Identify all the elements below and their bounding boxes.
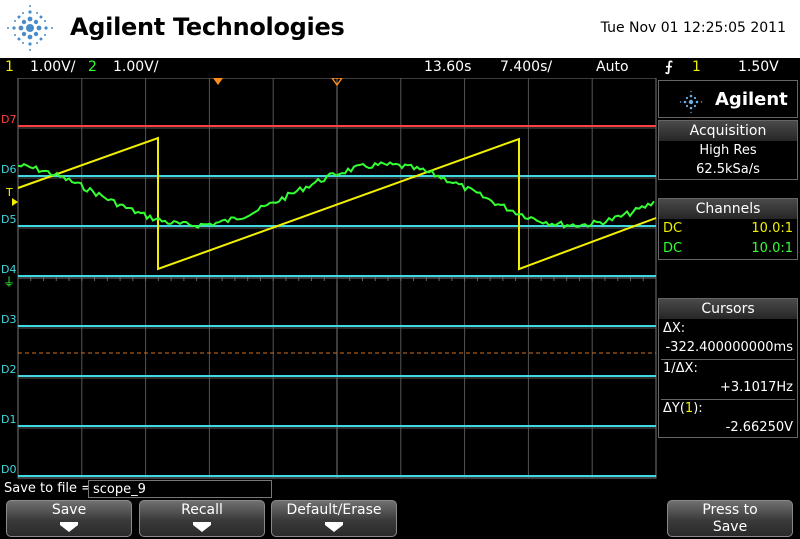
cursors-title: Cursors: [659, 299, 797, 319]
digital-label-d6: D6: [1, 163, 16, 176]
digital-label-d7: D7: [1, 113, 16, 126]
date-time: Tue Nov 01 12:25:05 2011: [600, 20, 786, 36]
down-arrow-icon: [193, 525, 211, 532]
agilent-panel-logo: Agilent: [658, 80, 798, 118]
save-file-row: Save to file = scope_9: [0, 480, 800, 500]
ch2-scale[interactable]: 1.00V/: [113, 59, 158, 75]
trigger-mode[interactable]: Auto: [596, 59, 629, 75]
digital-label-d3: D3: [1, 313, 16, 326]
save-file-label: Save to file =: [4, 481, 93, 496]
trigger-level-marker: T: [5, 186, 13, 199]
delta-y-value: -2.66250V: [725, 420, 793, 435]
trigger-level-arrow-icon: [12, 198, 18, 206]
time-delay[interactable]: 13.60s: [424, 59, 471, 75]
channels-title: Channels: [659, 199, 797, 219]
acquisition-mode: High Res: [699, 143, 757, 158]
inverse-delta-x-value: +3.1017Hz: [720, 380, 793, 395]
ch1-probe: 10.0:1: [751, 221, 793, 236]
waveform-display[interactable]: D7 D6 D5 D4 D3 D2 D1 D0 T ⏚ Agilent Acquisition…: [0, 77, 800, 480]
agilent-spark-logo-icon: [7, 5, 53, 51]
down-arrow-icon: [325, 525, 343, 532]
recall-softkey-label: Recall: [181, 502, 223, 518]
digital-label-d0: D0: [1, 463, 16, 476]
panel-brand: Agilent: [715, 89, 788, 110]
save-filename-field[interactable]: scope_9: [88, 480, 272, 498]
default-erase-softkey[interactable]: Default/Erase: [271, 500, 397, 537]
ch2-coupling: DC: [663, 241, 683, 256]
acquisition-panel[interactable]: Acquisition High Res 62.5kSa/s: [658, 120, 798, 180]
trigger-level[interactable]: 1.50V: [738, 59, 779, 75]
channel-2-row: DC 10.0:1: [659, 239, 797, 259]
header-bar: Agilent Technologies Tue Nov 01 12:25:05…: [0, 0, 800, 58]
delta-x-value: -322.400000000ms: [665, 340, 793, 355]
cursors-panel[interactable]: Cursors ΔX: -322.400000000ms 1/ΔX: +3.10…: [658, 298, 798, 438]
ch1-coupling: DC: [663, 221, 683, 236]
brand-name: Agilent Technologies: [70, 13, 345, 41]
ch2-ground-marker-icon: ⏚: [3, 275, 15, 289]
recall-softkey[interactable]: Recall: [139, 500, 265, 537]
agilent-spark-small-icon: [679, 90, 703, 114]
acquisition-rate: 62.5kSa/s: [696, 162, 760, 177]
digital-label-d1: D1: [1, 413, 16, 426]
channel-1-row: DC 10.0:1: [659, 219, 797, 239]
ch2-number: 2: [88, 59, 97, 75]
delta-x-label: ΔX:: [663, 321, 686, 336]
inverse-delta-x-label: 1/ΔX:: [663, 361, 698, 376]
digital-label-d2: D2: [1, 363, 16, 376]
press-to-save-label: Press to Save: [702, 502, 758, 535]
trigger-edge-icon: ⨍: [665, 59, 673, 75]
digital-label-d5: D5: [1, 213, 16, 226]
channels-panel[interactable]: Channels DC 10.0:1 DC 10.0:1: [658, 198, 798, 260]
default-erase-softkey-label: Default/Erase: [286, 502, 382, 518]
status-bar: 1 1.00V/ 2 1.00V/ 13.60s 7.400s/ Auto ⨍ …: [0, 58, 800, 78]
down-arrow-icon: [60, 525, 78, 532]
trigger-source[interactable]: 1: [692, 59, 701, 75]
delta-y-label: ΔY(1):: [663, 401, 703, 416]
save-softkey[interactable]: Save: [6, 500, 132, 537]
ch1-scale[interactable]: 1.00V/: [30, 59, 75, 75]
press-to-save-softkey[interactable]: Press to Save: [667, 500, 793, 537]
ch2-probe: 10.0:1: [751, 241, 793, 256]
ch1-number: 1: [5, 59, 14, 75]
acquisition-title: Acquisition: [659, 121, 797, 141]
save-softkey-label: Save: [51, 502, 87, 518]
time-base[interactable]: 7.400s/: [500, 59, 552, 75]
